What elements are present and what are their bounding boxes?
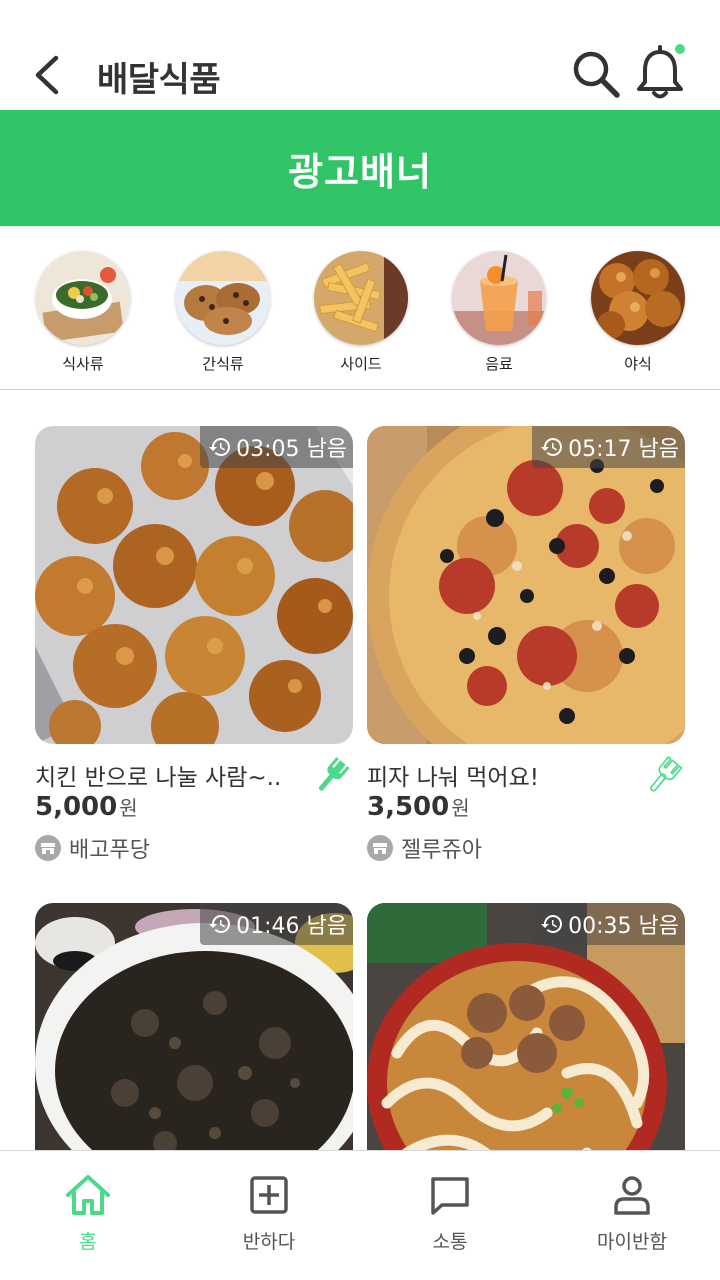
nav-label: 홈 (79, 1231, 97, 1253)
post-card[interactable]: 05:17 남음 피자 나눠 먹어요! 3,500 원 젤루쥬아 (367, 426, 685, 863)
post-title: 피자 나눠 먹어요! (367, 765, 539, 791)
fried-chicken-photo (35, 426, 353, 744)
post-image[interactable]: 03:05 남음 (35, 426, 353, 744)
price-unit: 원 (119, 796, 138, 820)
post-image[interactable]: 05:17 남음 (367, 426, 685, 744)
history-icon (209, 438, 231, 456)
chevron-left-icon (35, 55, 59, 95)
store-info[interactable]: 젤루쥬아 (367, 832, 482, 864)
timer-text: 00:35 남음 (568, 914, 679, 939)
drink-image (452, 251, 546, 345)
time-remaining-badge: 05:17 남음 (532, 426, 685, 468)
price-value: 3,500 (367, 792, 450, 822)
category-snack[interactable]: 간식류 (176, 251, 270, 374)
pizza-photo (367, 426, 685, 744)
page-title: 배달식품 (97, 60, 221, 100)
store-info[interactable]: 배고푸당 (35, 832, 150, 864)
search-button[interactable] (570, 48, 622, 100)
back-button[interactable] (26, 50, 70, 100)
price-unit: 원 (451, 796, 470, 820)
time-remaining-badge: 00:35 남음 (532, 903, 685, 945)
notification-dot (675, 44, 685, 54)
meal-image (36, 251, 130, 345)
post-price: 3,500 원 (367, 792, 470, 822)
nav-create[interactable]: 반하다 (209, 1171, 329, 1254)
category-bar: 식사류 간식류 사이드 음료 야식 (0, 226, 720, 390)
store-icon (367, 835, 393, 861)
home-icon (66, 1175, 110, 1215)
ad-banner[interactable]: 광고배너 (0, 110, 720, 226)
nav-mypage[interactable]: 마이반함 (572, 1171, 692, 1254)
user-icon (614, 1176, 650, 1215)
nav-label: 마이반함 (597, 1231, 667, 1253)
post-card[interactable]: 03:05 남음 치킨 반으로 나눌 사람~.. 5,000 원 배고푸당 (35, 426, 353, 863)
category-label: 간식류 (202, 355, 244, 373)
history-icon (541, 915, 563, 933)
store-name: 배고푸당 (69, 838, 150, 863)
category-side[interactable]: 사이드 (314, 251, 408, 374)
plus-square-icon (250, 1176, 288, 1214)
app-header: 배달식품 (0, 0, 720, 110)
fork-icon[interactable] (311, 756, 351, 796)
snack-image (176, 251, 270, 345)
chat-icon (431, 1177, 469, 1215)
category-drink[interactable]: 음료 (452, 251, 546, 374)
price-value: 5,000 (35, 792, 118, 822)
post-price: 5,000 원 (35, 792, 138, 822)
time-remaining-badge: 03:05 남음 (200, 426, 353, 468)
banner-label: 광고배너 (288, 149, 432, 194)
store-icon (35, 835, 61, 861)
nav-chat[interactable]: 소통 (390, 1171, 510, 1254)
timer-text: 03:05 남음 (236, 437, 347, 462)
search-icon (573, 51, 620, 98)
category-label: 사이드 (340, 355, 382, 373)
nav-home[interactable]: 홈 (28, 1171, 148, 1254)
fork-icon[interactable] (643, 756, 683, 796)
night-snack-image (591, 251, 685, 345)
category-label: 음료 (485, 355, 513, 373)
timer-text: 05:17 남음 (568, 437, 679, 462)
nav-label: 반하다 (242, 1231, 296, 1253)
category-night-snack[interactable]: 야식 (591, 251, 685, 374)
store-name: 젤루쥬아 (401, 838, 482, 863)
post-title: 치킨 반으로 나눌 사람~.. (35, 765, 282, 791)
side-image (314, 251, 408, 345)
time-remaining-badge: 01:46 남음 (200, 903, 353, 945)
timer-text: 01:46 남음 (236, 914, 347, 939)
bottom-navigation: 홈 반하다 소통 마이반함 (0, 1150, 720, 1280)
history-icon (541, 438, 563, 456)
category-label: 야식 (624, 355, 652, 373)
category-meal[interactable]: 식사류 (36, 251, 130, 374)
category-label: 식사류 (62, 355, 104, 373)
nav-label: 소통 (432, 1231, 468, 1253)
history-icon (209, 915, 231, 933)
